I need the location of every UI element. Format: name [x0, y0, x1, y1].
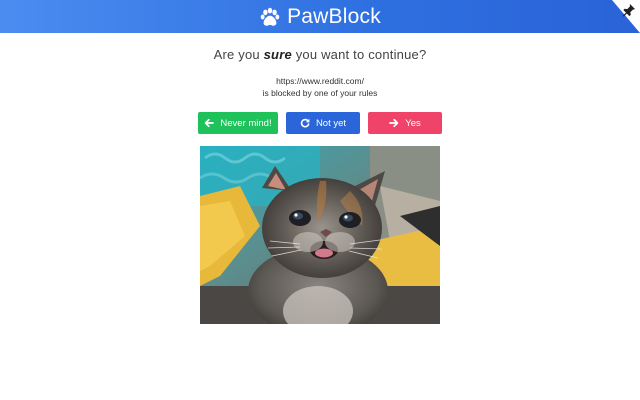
brand-title: PawBlock [287, 4, 381, 28]
arrow-right-icon [389, 118, 399, 128]
never-mind-label: Never mind! [220, 117, 272, 129]
paw-icon [260, 7, 280, 26]
arrow-left-icon [205, 118, 215, 128]
yes-label: Yes [405, 117, 421, 129]
header-bar: PawBlock [0, 0, 640, 33]
brand: PawBlock [259, 5, 381, 29]
blocked-message: is blocked by one of your rules [262, 88, 378, 98]
yes-button[interactable]: Yes [368, 112, 442, 134]
refresh-icon [300, 118, 310, 128]
never-mind-button[interactable]: Never mind! [198, 112, 278, 134]
blocked-url: https://www.reddit.com/ [276, 76, 364, 86]
action-buttons: Never mind! Not yet Yes [0, 112, 640, 134]
confirm-question: Are you sure you want to continue? [0, 47, 640, 62]
kitten-photo [200, 146, 440, 324]
blocked-notice: https://www.reddit.com/ is blocked by on… [0, 75, 640, 99]
question-prefix: Are you [213, 47, 264, 62]
kitten-illustration [200, 146, 440, 324]
question-suffix: you want to continue? [291, 47, 427, 62]
question-emphasis: sure [263, 47, 292, 62]
pin-icon[interactable] [622, 3, 636, 17]
not-yet-button[interactable]: Not yet [286, 112, 360, 134]
not-yet-label: Not yet [315, 117, 347, 129]
